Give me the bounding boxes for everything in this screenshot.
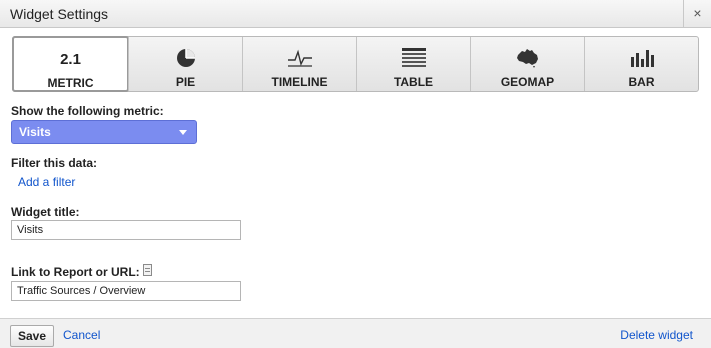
metric-label: Show the following metric: (11, 104, 164, 118)
tab-geomap-label: GEOMAP (500, 75, 555, 89)
visualization-selector: 2.1 METRIC PIE TIMELINE TABLE GEOMAP BAR (12, 36, 699, 92)
link-url-input[interactable] (11, 281, 241, 301)
link-to-label: Link to Report or URL: (11, 265, 140, 279)
dialog-footer: Save Cancel Delete widget (0, 318, 711, 348)
filter-label: Filter this data: (11, 156, 98, 170)
tab-metric[interactable]: 2.1 METRIC (12, 36, 129, 92)
tab-bar-label: BAR (628, 75, 655, 89)
tab-bar[interactable]: BAR (584, 37, 698, 91)
pie-chart-icon (176, 49, 195, 67)
chevron-down-icon (179, 130, 187, 135)
map-icon (516, 49, 538, 68)
dialog-titlebar: Widget Settings × (0, 0, 711, 28)
dialog-title: Widget Settings (10, 6, 109, 22)
cancel-link[interactable]: Cancel (63, 328, 100, 342)
metric-value-icon: 2.1 (60, 50, 81, 68)
metric-select[interactable]: Visits (11, 120, 197, 144)
delete-widget-link[interactable]: Delete widget (620, 328, 693, 342)
table-icon (401, 48, 426, 67)
widget-title-label: Widget title: (11, 205, 80, 219)
tab-pie-label: PIE (175, 75, 196, 89)
bar-chart-icon (630, 50, 654, 67)
metric-select-value: Visits (19, 125, 51, 139)
tab-timeline-label: TIMELINE (271, 75, 328, 89)
save-button[interactable]: Save (10, 325, 54, 347)
tab-geomap[interactable]: GEOMAP (470, 37, 584, 91)
tab-metric-label: METRIC (47, 76, 94, 90)
tab-table-label: TABLE (393, 75, 434, 89)
add-filter-link[interactable]: Add a filter (18, 175, 75, 189)
tab-table[interactable]: TABLE (356, 37, 470, 91)
tab-pie[interactable]: PIE (128, 37, 242, 91)
timeline-icon (287, 49, 312, 67)
close-icon[interactable]: × (683, 0, 711, 28)
document-icon[interactable] (143, 264, 152, 276)
tab-timeline[interactable]: TIMELINE (242, 37, 356, 91)
widget-title-input[interactable] (11, 220, 241, 240)
